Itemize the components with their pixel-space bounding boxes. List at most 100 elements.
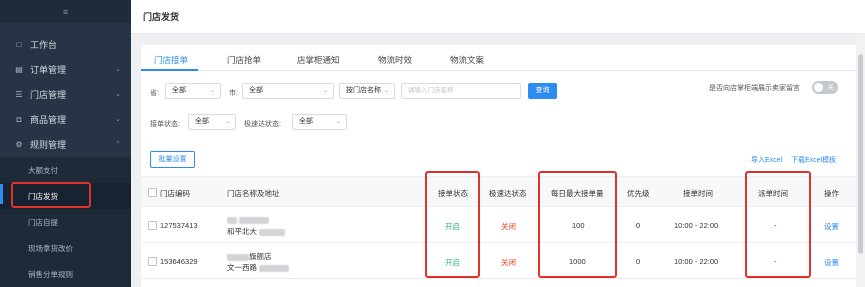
table-header: 门店编码 门店名称及地址 接单状态 极速达状态 每日最大接单量 优先级 接单时间… [141, 176, 856, 207]
gear-icon: ⚙ [15, 139, 23, 149]
table-row: 127537413 和平北大 开启 关闭 100 0 10:00 - 22:00… [141, 207, 856, 243]
store-name-input[interactable]: 请输入门店名称 [401, 83, 521, 99]
store-address: 和平北大 [227, 226, 285, 237]
lock-icon: ◘ [16, 114, 22, 124]
settings-link[interactable]: 设置 [824, 221, 839, 232]
row-checkbox[interactable] [148, 221, 157, 230]
store-address: 文一西路 [227, 262, 289, 273]
active-indicator [0, 184, 3, 204]
redacted-text [259, 264, 289, 272]
dispatch-time-value: - [774, 257, 777, 266]
col-max-orders: 每日最大接单量 [551, 189, 604, 198]
col-store-code: 门店编码 [160, 189, 190, 198]
chevron-down-icon: ⌄ [322, 88, 328, 94]
toggle-text: 关 [827, 84, 835, 91]
chevron-down-icon: ⌄ [224, 119, 230, 125]
accept-status-value: 开启 [445, 222, 460, 231]
store-code: 127537413 [160, 221, 198, 230]
priority-value: 0 [636, 257, 641, 266]
search-button[interactable]: 查询 [528, 83, 557, 99]
col-accept-status: 接单状态 [438, 189, 468, 198]
sidebar-subitem-store-pickup[interactable]: 门店自提 [0, 209, 131, 235]
monitor-icon: □ [16, 39, 22, 49]
page-title: 门店发货 [131, 0, 865, 34]
tab-logistics-text[interactable]: 物流文案 [450, 54, 484, 66]
sidebar-subitem-sales-split[interactable]: 销售分单规则 [0, 261, 131, 287]
chevron-down-icon: ⌄ [209, 88, 215, 94]
max-orders-value: 100 [572, 221, 585, 230]
province-select[interactable]: 全部 ⌄ [165, 83, 221, 99]
store-search-type-value: 按门店名称 [346, 87, 381, 94]
redacted-text [259, 228, 285, 236]
show-message-toggle[interactable]: 关 [812, 81, 838, 94]
sidebar-item-products[interactable]: ◘ 商品管理 ⌄ [0, 107, 131, 131]
city-select[interactable]: 全部 ⌄ [242, 83, 334, 99]
row-checkbox[interactable] [148, 257, 157, 266]
batch-settings-button[interactable]: 批量设置 [150, 151, 195, 168]
express-status-label: 极速达状态: [244, 121, 281, 128]
chevron-down-icon: ⌄ [115, 116, 121, 123]
scrollbar[interactable] [856, 34, 865, 287]
sidebar-item-label: 工作台 [30, 39, 58, 50]
col-store-name: 门店名称及地址 [227, 189, 280, 198]
redacted-text [227, 253, 249, 261]
express-status-value: 关闭 [501, 222, 516, 231]
sidebar-item-workbench[interactable]: □ 工作台 [0, 32, 131, 56]
sidebar: ≡ □ 工作台 ▤ 订单管理 ⌄ ☰ 门店管理 ⌄ ◘ 商品管理 ⌄ ⚙ 规则管… [0, 0, 131, 287]
accept-time-value: 10:00 - 22:00 [674, 257, 719, 266]
express-status-value: 关闭 [501, 258, 516, 267]
accept-status-value: 开启 [445, 258, 460, 267]
tab-store-grab[interactable]: 门店抢单 [227, 54, 261, 66]
sidebar-item-label: 门店管理 [30, 89, 67, 100]
col-accept-time: 接单时间 [683, 189, 713, 198]
sidebar-subitem-onsite-price[interactable]: 现场拿货改价 [0, 235, 131, 261]
max-orders-value: 1000 [569, 257, 586, 266]
import-excel-link[interactable]: 导入Excel [751, 155, 782, 165]
redacted-text [227, 216, 237, 224]
accept-time-value: 10:00 - 22:00 [674, 221, 719, 230]
tab-logistics-time[interactable]: 物流时效 [378, 54, 412, 66]
settings-link[interactable]: 设置 [824, 257, 839, 268]
sidebar-item-orders[interactable]: ▤ 订单管理 ⌄ [0, 57, 131, 81]
chevron-up-icon: ⌃ [115, 141, 121, 148]
express-status-select[interactable]: 全部 ⌄ [292, 114, 347, 130]
store-search-type-select[interactable]: 按门店名称 ⌄ [339, 83, 395, 99]
accept-status-label: 接单状态: [150, 121, 180, 128]
document-icon: ▤ [15, 64, 23, 74]
sidebar-subitem-large-payment[interactable]: 大额支付 [0, 157, 131, 183]
accept-status-value: 全部 [195, 118, 209, 125]
accept-status-select[interactable]: 全部 ⌄ [188, 114, 236, 130]
table-row: 153646329 旗舰店 文一西路 开启 关闭 1000 0 10:00 - … [141, 243, 856, 279]
menu-icon: ≡ [62, 6, 69, 17]
sidebar-item-stores[interactable]: ☰ 门店管理 ⌄ [0, 82, 131, 106]
toggle-knob [814, 83, 823, 92]
sidebar-item-label: 商品管理 [30, 114, 67, 125]
col-dispatch-time: 派单时间 [758, 189, 788, 198]
scrollbar-thumb[interactable] [858, 54, 863, 254]
tab-shopkeeper-notify[interactable]: 店掌柜通知 [297, 54, 340, 66]
dispatch-time-value: - [774, 221, 777, 230]
tab-store-accept[interactable]: 门店接单 [154, 54, 188, 66]
store-name [227, 215, 270, 224]
download-template-link[interactable]: 下载Excel模板 [791, 155, 836, 165]
tab-bar: 门店接单 门店抢单 店掌柜通知 物流时效 物流文案 [141, 45, 856, 71]
priority-value: 0 [636, 221, 641, 230]
sidebar-item-label: 订单管理 [30, 64, 67, 75]
chevron-down-icon: ⌄ [115, 91, 121, 98]
tab-underline [141, 69, 198, 71]
chevron-down-icon: ⌄ [335, 119, 341, 125]
col-express-status: 极速达状态 [489, 189, 527, 198]
list-icon: ☰ [15, 89, 23, 99]
city-value: 全部 [249, 87, 263, 94]
redacted-text [239, 216, 270, 224]
sidebar-subitem-store-delivery[interactable]: 门店发货 [0, 183, 131, 209]
chevron-down-icon: ⌄ [115, 66, 121, 73]
sidebar-item-rules[interactable]: ⚙ 规则管理 ⌃ [0, 132, 131, 156]
city-label: 市: [229, 90, 238, 97]
sidebar-collapse-button[interactable]: ≡ [0, 0, 131, 23]
store-code: 153646329 [160, 257, 198, 266]
express-status-value: 全部 [299, 118, 313, 125]
toggle-label: 是否向店掌柜端展示卖家留言 [709, 85, 800, 92]
select-all-checkbox[interactable] [148, 188, 157, 197]
store-name: 旗舰店 [227, 251, 272, 262]
